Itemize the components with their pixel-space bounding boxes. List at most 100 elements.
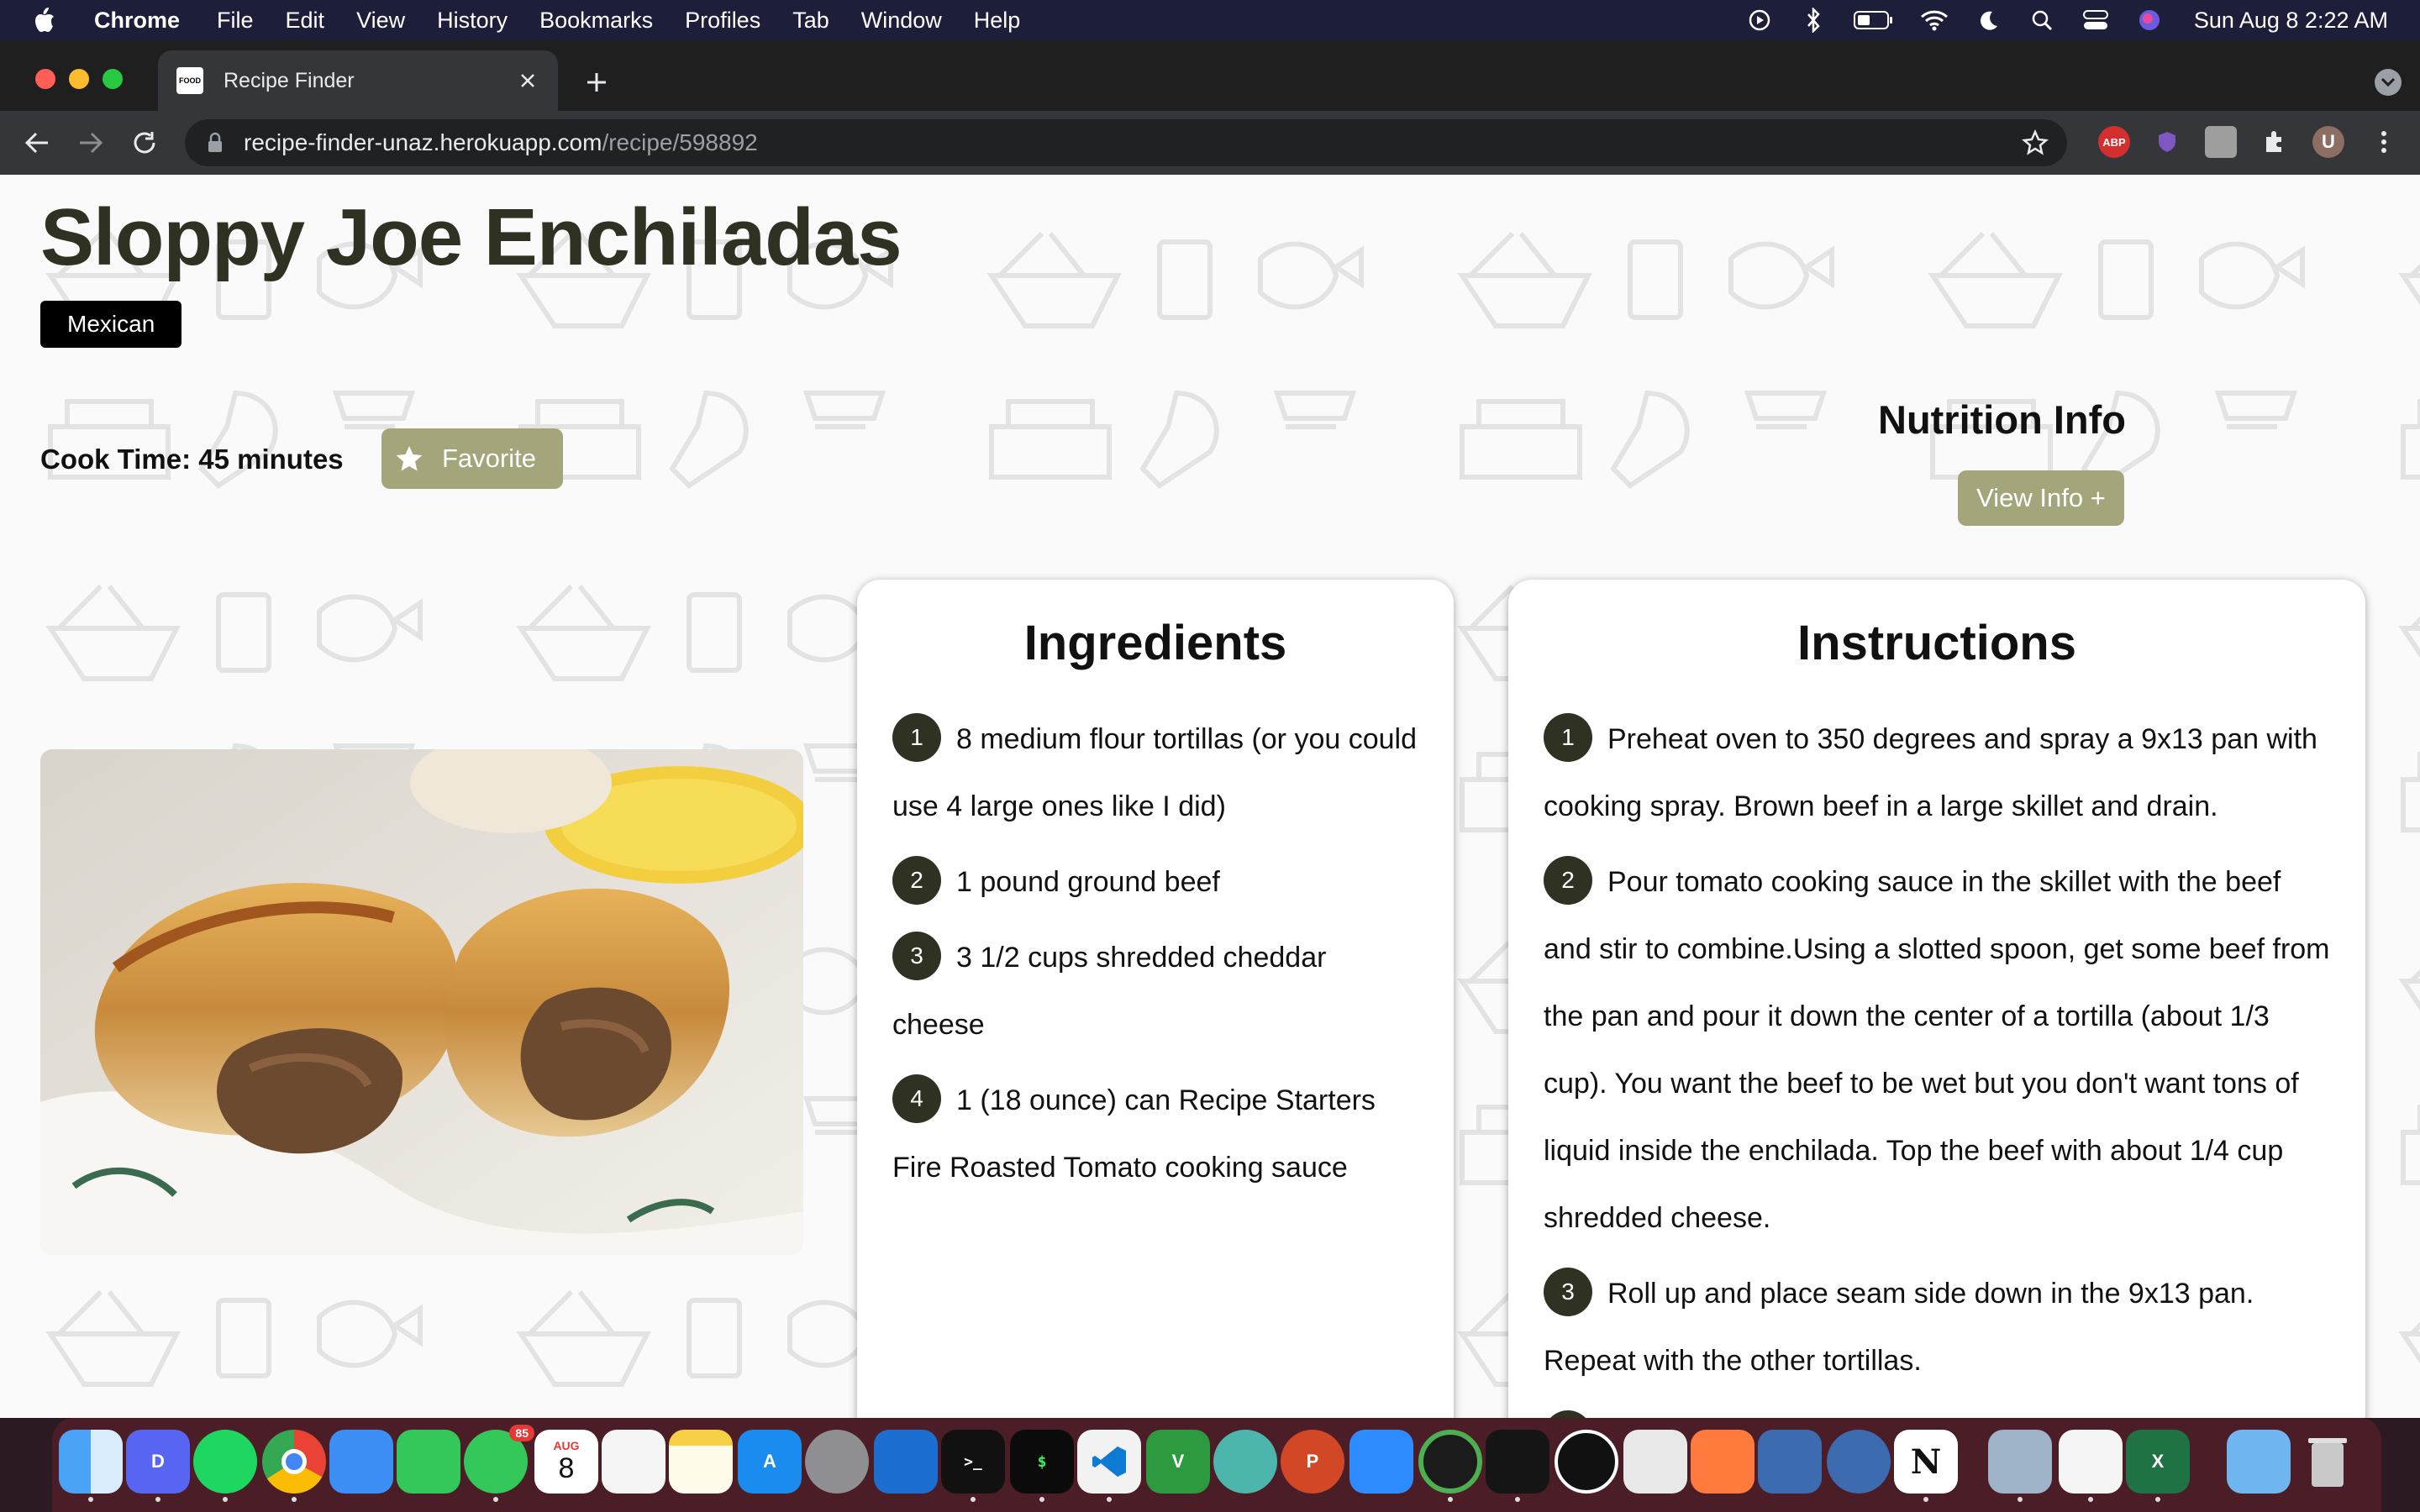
notion-icon[interactable]: N [1894, 1430, 1958, 1494]
step-number-badge: 1 [1544, 713, 1592, 763]
window-minimize-button[interactable] [69, 69, 89, 89]
menu-app-name[interactable]: Chrome [94, 8, 180, 34]
menu-edit[interactable]: Edit [286, 8, 325, 34]
favorite-label: Favorite [442, 444, 536, 473]
pencil-app-icon[interactable] [1691, 1430, 1754, 1494]
extension-shield-icon[interactable] [2151, 126, 2183, 158]
calendar-day: 8 [558, 1452, 575, 1484]
wifi-icon[interactable] [1920, 6, 1949, 34]
dock-running-indicator [493, 1497, 498, 1502]
ingredient-item: 18 medium flour tortillas (or you could … [892, 706, 1420, 840]
instructions-card: Instructions 1 Preheat oven to 350 degree… [1508, 580, 2365, 1418]
xcode-icon[interactable] [874, 1430, 938, 1494]
tableplus-elephant-icon[interactable] [1758, 1430, 1822, 1494]
spotlight-search-icon[interactable] [2028, 6, 2056, 34]
powerpoint-icon[interactable]: P [1281, 1430, 1344, 1494]
iterm-icon[interactable]: $ [1010, 1430, 1074, 1494]
profile-avatar[interactable]: U [2312, 126, 2344, 158]
downloads-folder-icon[interactable] [2227, 1430, 2291, 1494]
favorite-button[interactable]: Favorite [381, 428, 563, 489]
menu-history[interactable]: History [437, 8, 508, 34]
screen-record-icon[interactable] [1745, 6, 1774, 34]
zoom-icon[interactable] [1349, 1430, 1413, 1494]
clock-icon[interactable] [1555, 1430, 1618, 1494]
preview-icon[interactable] [1623, 1430, 1687, 1494]
excel-icon[interactable]: X [2126, 1430, 2190, 1494]
view-info-button[interactable]: View Info + [1958, 470, 2124, 526]
chrome-menu-icon[interactable] [2368, 126, 2400, 158]
activity-monitor-icon[interactable] [1486, 1430, 1549, 1494]
window-close-button[interactable] [35, 69, 55, 89]
notes-icon[interactable] [669, 1430, 733, 1494]
dock-running-indicator [88, 1497, 93, 1502]
dock-running-indicator [1448, 1497, 1453, 1502]
instructions-list: 1 Preheat oven to 350 degrees and spray a… [1544, 706, 2332, 1418]
menu-profiles[interactable]: Profiles [685, 8, 760, 34]
battery-icon[interactable] [1853, 6, 1895, 34]
app-store-icon[interactable]: A [738, 1430, 802, 1494]
menu-bookmarks[interactable]: Bookmarks [539, 8, 653, 34]
calendar-icon[interactable]: AUG 8 [534, 1430, 598, 1494]
terminal-icon[interactable]: >_ [941, 1430, 1005, 1494]
instruction-item-partial [1544, 1403, 2332, 1418]
cuisine-badge[interactable]: Mexican [40, 301, 182, 348]
finder-icon[interactable] [59, 1430, 123, 1494]
instruction-item: 1 Preheat oven to 350 degrees and spray a… [1544, 706, 2332, 840]
extensions-puzzle-icon[interactable] [2259, 126, 2291, 158]
forward-arrow-icon[interactable] [74, 126, 108, 160]
menu-tab[interactable]: Tab [792, 8, 829, 34]
facetime-icon[interactable] [397, 1430, 460, 1494]
url-path: /recipe/598892 [602, 129, 758, 155]
siri-icon[interactable] [2135, 6, 2164, 34]
control-center-icon[interactable] [2081, 6, 2110, 34]
instructions-heading: Instructions [1797, 616, 2076, 670]
spotify-icon[interactable] [193, 1430, 257, 1494]
bluetooth-icon[interactable] [1799, 6, 1828, 34]
vscode-icon[interactable] [1077, 1430, 1141, 1494]
menu-window[interactable]: Window [861, 8, 942, 34]
postgres-elephant-icon[interactable] [1827, 1430, 1891, 1494]
menu-help[interactable]: Help [974, 8, 1021, 34]
apple-icon[interactable] [32, 7, 66, 34]
tab-search-icon[interactable] [2375, 69, 2402, 96]
window-zoom-button[interactable] [103, 69, 123, 89]
dock-running-indicator [1515, 1497, 1520, 1502]
mail-icon[interactable] [329, 1430, 393, 1494]
image-capture-icon[interactable] [1988, 1430, 2052, 1494]
tab-recipe-finder[interactable]: FOOD Recipe Finder [158, 50, 558, 111]
new-tab-icon[interactable] [580, 66, 613, 99]
menu-view[interactable]: View [356, 8, 405, 34]
vim-icon[interactable]: V [1146, 1430, 1210, 1494]
back-arrow-icon[interactable] [20, 126, 54, 160]
textedit-icon[interactable] [2059, 1430, 2123, 1494]
chrome-icon[interactable] [262, 1430, 326, 1494]
ingredients-heading: Ingredients [1023, 616, 1287, 670]
loader-app-icon[interactable] [1418, 1430, 1482, 1494]
menubar-clock[interactable]: Sun Aug 8 2:22 AM [2194, 8, 2388, 34]
tab-close-icon[interactable] [514, 67, 541, 94]
macos-menu-bar: Chrome File Edit View History Bookmarks … [0, 0, 2420, 40]
trash-icon[interactable] [2296, 1430, 2360, 1494]
recipe-title: Sloppy Joe Enchiladas [40, 192, 902, 282]
step-number-badge: 2 [1544, 856, 1592, 906]
instruction-text: Roll up and place seam side down in the … [1544, 1278, 2254, 1377]
messages-icon[interactable]: 85 [464, 1425, 534, 1494]
discord-icon[interactable]: D [126, 1430, 190, 1494]
lock-icon[interactable] [205, 131, 225, 155]
instruction-item: 2 Pour tomato cooking sauce in the skille… [1544, 848, 2332, 1252]
reload-icon[interactable] [128, 126, 161, 160]
address-bar[interactable]: recipe-finder-unaz.herokuapp.com/recipe/… [185, 119, 2067, 166]
dock-running-indicator [1107, 1497, 1112, 1502]
dock-running-indicator [2088, 1497, 2093, 1502]
reminders-icon[interactable] [602, 1430, 666, 1494]
extension-square-icon[interactable] [2205, 126, 2237, 158]
menu-file[interactable]: File [217, 8, 254, 34]
dock-running-indicator [292, 1497, 297, 1502]
network-app-icon[interactable] [1213, 1430, 1277, 1494]
bookmark-star-icon[interactable] [2022, 129, 2049, 156]
system-preferences-icon[interactable] [805, 1430, 869, 1494]
ingredient-text: 8 medium flour tortillas (or you could u… [892, 723, 1418, 822]
dock-running-indicator [2018, 1497, 2023, 1502]
do-not-disturb-icon[interactable] [1974, 6, 2002, 34]
adblock-plus-icon[interactable]: ABP [2098, 126, 2130, 158]
